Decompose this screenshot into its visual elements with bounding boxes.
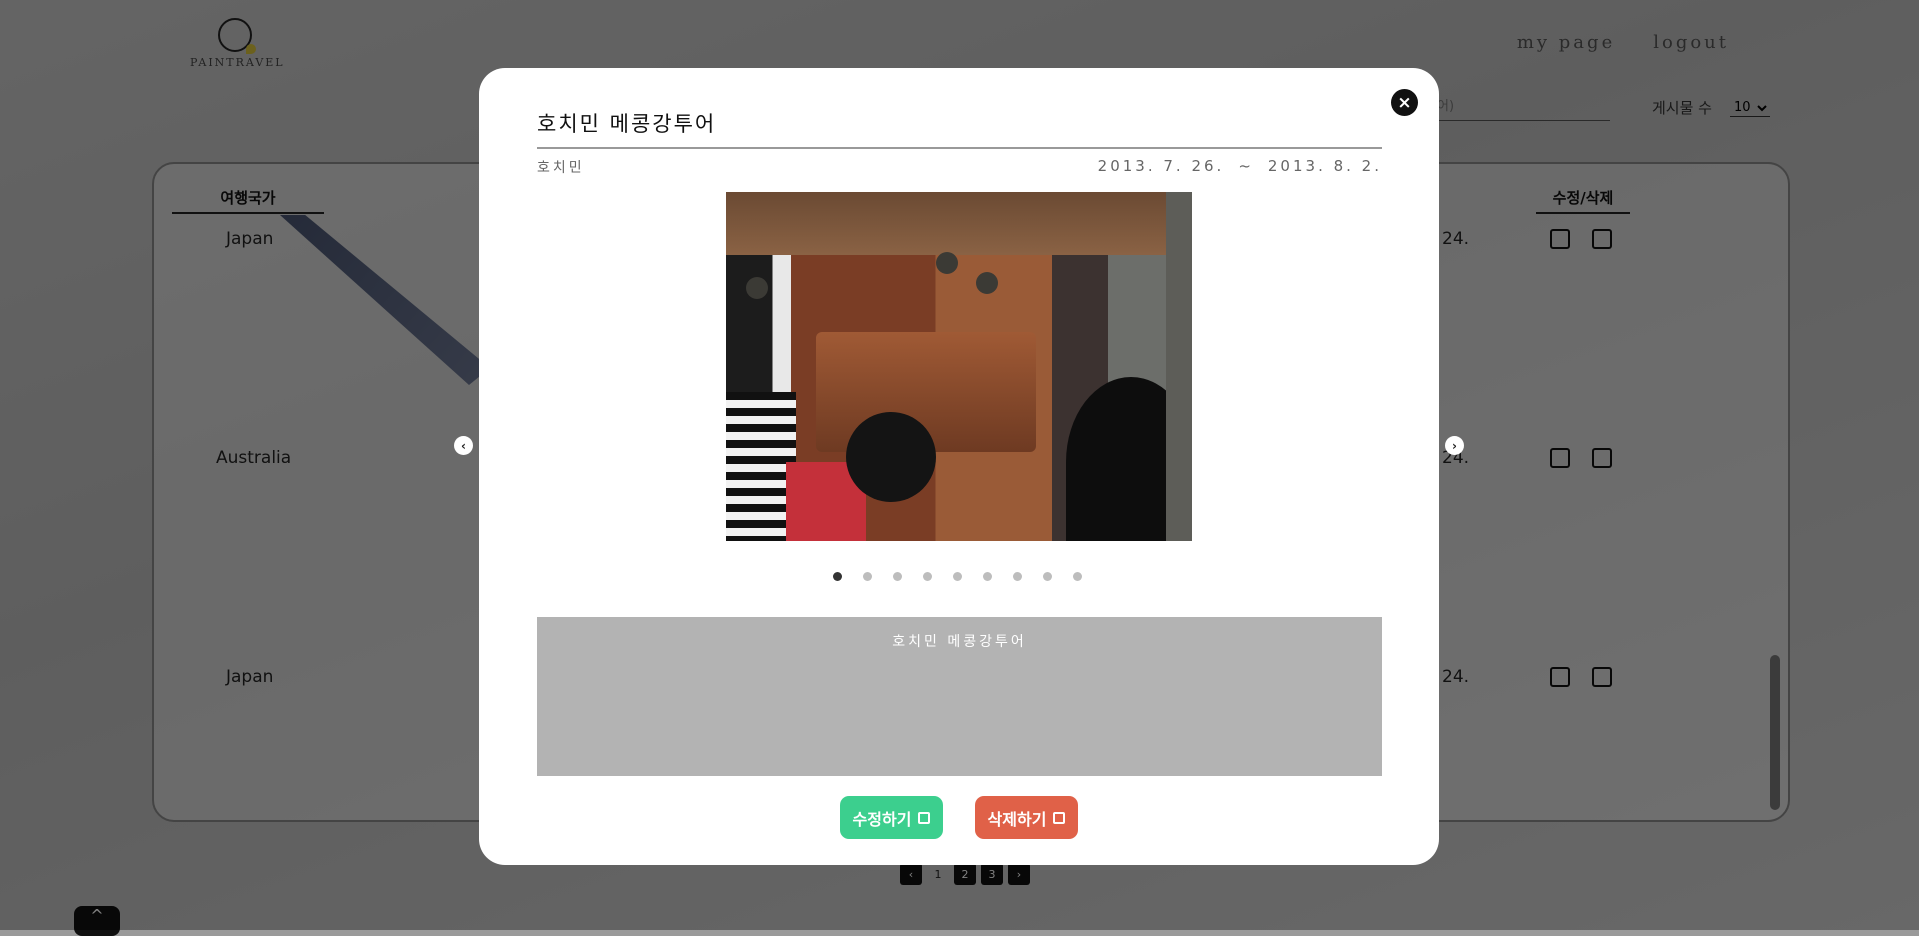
trip-photo	[726, 192, 1192, 541]
edit-button[interactable]: 수정하기	[840, 796, 943, 839]
carousel-dot[interactable]	[953, 572, 962, 581]
carousel-dot[interactable]	[1043, 572, 1052, 581]
carousel-indicators	[833, 572, 1082, 581]
trip-title: 호치민 메콩강투어	[537, 108, 1382, 149]
hanging-lamp	[976, 272, 998, 294]
carousel-dot[interactable]	[1013, 572, 1022, 581]
carousel-next-button[interactable]: ›	[1445, 436, 1464, 455]
close-icon: ×	[1397, 92, 1412, 113]
edit-icon	[918, 811, 931, 824]
carousel-dot[interactable]	[923, 572, 932, 581]
trip-city: 호치민	[537, 160, 585, 176]
carousel-dot[interactable]	[893, 572, 902, 581]
wooden-post	[1166, 192, 1192, 541]
date-separator: ~	[1238, 157, 1254, 175]
carousel-dot[interactable]	[833, 572, 842, 581]
close-button[interactable]: ×	[1391, 89, 1418, 116]
end-date: 2013. 8. 2.	[1267, 157, 1382, 175]
start-date: 2013. 7. 26.	[1097, 157, 1225, 175]
chevron-right-icon: ›	[1452, 438, 1457, 453]
carousel-dot[interactable]	[1073, 572, 1082, 581]
hanging-lamp	[936, 252, 958, 274]
trash-icon	[1053, 811, 1066, 824]
carousel-prev-button[interactable]: ‹	[454, 436, 473, 455]
chevron-left-icon: ‹	[461, 438, 466, 453]
trip-dates: 2013. 7. 26. ~ 2013. 8. 2.	[1098, 157, 1382, 175]
carousel-dot[interactable]	[983, 572, 992, 581]
trip-detail-modal: × 호치민 메콩강투어 호치민 2013. 7. 26. ~ 2013. 8. …	[454, 68, 1464, 865]
delete-button[interactable]: 삭제하기	[975, 796, 1078, 839]
hanging-lamp	[746, 277, 768, 299]
edit-button-label: 수정하기	[852, 809, 912, 829]
carousel-dot[interactable]	[863, 572, 872, 581]
delete-button-label: 삭제하기	[987, 809, 1047, 829]
trip-description: 호치민 메콩강투어	[537, 617, 1382, 776]
person-head	[846, 412, 936, 502]
